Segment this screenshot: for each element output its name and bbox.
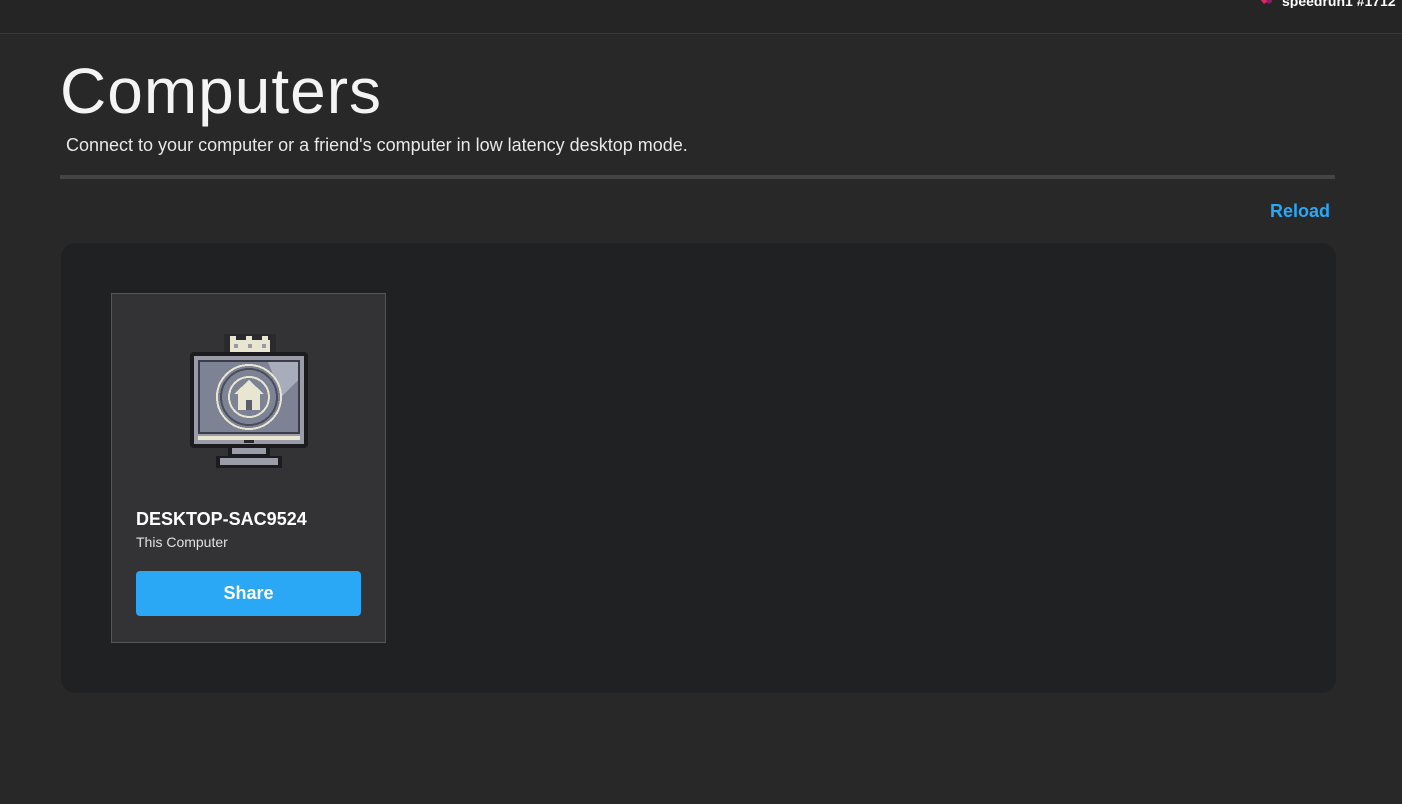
share-button[interactable]: Share	[136, 571, 361, 616]
divider	[60, 175, 1335, 179]
user-avatar-icon	[1260, 0, 1272, 4]
computer-name: DESKTOP-SAC9524	[136, 509, 307, 529]
username: speedrun1 #1712	[1282, 0, 1396, 8]
computers-panel: DESKTOP-SAC9524 This Computer Share	[61, 243, 1336, 693]
computer-subtitle: This Computer	[136, 534, 228, 550]
reload-button[interactable]: Reload	[1270, 201, 1330, 222]
page-subtitle: Connect to your computer or a friend's c…	[66, 135, 688, 155]
home-computer-crown-icon	[190, 334, 308, 468]
user-menu[interactable]: speedrun1 #1712	[1252, 0, 1402, 8]
top-bar: speedrun1 #1712	[0, 0, 1402, 34]
page-title: Computers	[60, 55, 382, 127]
computer-card[interactable]: DESKTOP-SAC9524 This Computer Share	[111, 293, 386, 643]
